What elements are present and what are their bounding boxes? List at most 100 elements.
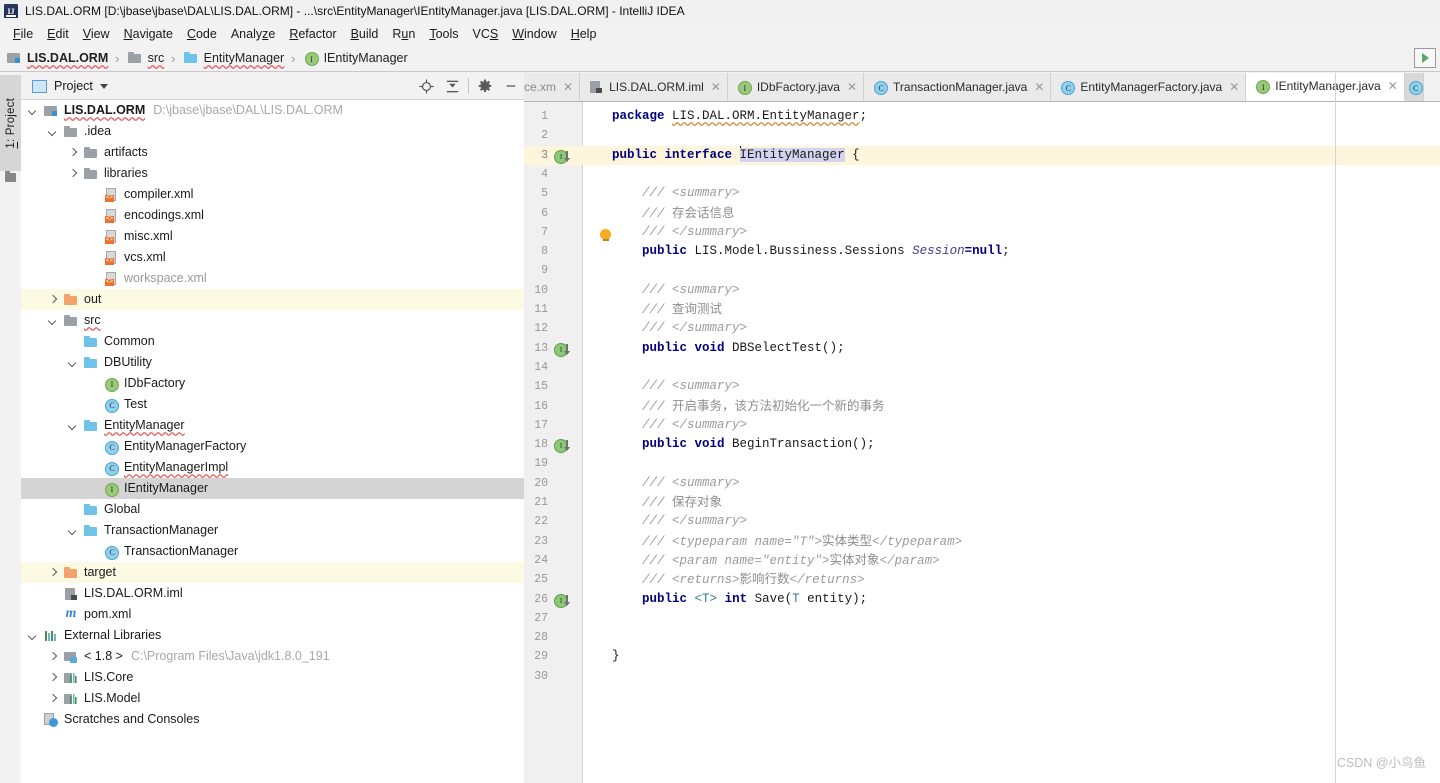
chevron-right-icon[interactable] xyxy=(47,567,58,578)
chevron-right-icon[interactable] xyxy=(67,147,78,158)
menu-item-window[interactable]: Window xyxy=(505,25,563,43)
editor-tab-entitymanagerfactory-java[interactable]: C EntityManagerFactory.java ✕ xyxy=(1051,73,1247,101)
menu-item-edit[interactable]: Edit xyxy=(40,25,76,43)
editor-tab-lis-dal-orm-iml[interactable]: LIS.DAL.ORM.iml ✕ xyxy=(580,73,728,101)
chevron-right-icon[interactable] xyxy=(47,693,58,704)
close-icon[interactable]: ✕ xyxy=(563,81,573,93)
tree-row[interactable]: vcs.xml xyxy=(21,247,524,268)
menu-item-help[interactable]: Help xyxy=(564,25,604,43)
tree-row[interactable]: C Test xyxy=(21,394,524,415)
tree-row[interactable]: compiler.xml xyxy=(21,184,524,205)
tree-row[interactable]: I IDbFactory xyxy=(21,373,524,394)
chevron-down-icon[interactable] xyxy=(99,83,108,89)
menu-item-view[interactable]: View xyxy=(76,25,117,43)
menu-item-build[interactable]: Build xyxy=(344,25,386,43)
breadcrumb-item-ientitymanager[interactable]: I IEntityManager xyxy=(303,50,408,66)
chevron-down-icon[interactable] xyxy=(27,630,38,641)
editor-tab-label: TransactionManager.java xyxy=(893,80,1028,94)
tree-row[interactable]: External Libraries xyxy=(21,625,524,646)
editor-tab-ientitymanager-java[interactable]: I IEntityManager.java ✕ xyxy=(1246,73,1405,101)
tree-row[interactable]: Common xyxy=(21,331,524,352)
project-view-icon xyxy=(32,79,47,93)
tree-row[interactable]: misc.xml xyxy=(21,226,524,247)
editor-tab-overflow[interactable]: C xyxy=(1404,73,1424,101)
chevron-right-icon[interactable] xyxy=(67,168,78,179)
tree-row[interactable]: Scratches and Consoles xyxy=(21,709,524,730)
tree-row[interactable]: .idea xyxy=(21,121,524,142)
line-number: 23 xyxy=(534,534,548,548)
tree-row[interactable]: workspace.xml xyxy=(21,268,524,289)
menu-item-code[interactable]: Code xyxy=(180,25,224,43)
close-icon[interactable]: ✕ xyxy=(711,81,721,93)
tree-row[interactable]: LIS.Model xyxy=(21,688,524,709)
chevron-down-icon[interactable] xyxy=(67,357,78,368)
close-icon[interactable]: ✕ xyxy=(1034,81,1044,93)
tree-row[interactable]: pom.xml xyxy=(21,604,524,625)
editor-tab-idbfactory-java[interactable]: I IDbFactory.java ✕ xyxy=(727,73,865,101)
tree-row[interactable]: artifacts xyxy=(21,142,524,163)
implemented-interface-icon[interactable]: I xyxy=(554,149,572,165)
tree-row[interactable]: target xyxy=(21,562,524,583)
tool-window-tab-project[interactable]: 1: Project xyxy=(0,75,21,171)
tree-row[interactable]: C EntityManagerFactory xyxy=(21,436,524,457)
tree-row[interactable]: EntityManager xyxy=(21,415,524,436)
menu-item-analyze[interactable]: Analyze xyxy=(224,25,282,43)
editor-tab-ce-xm[interactable]: ce.xm ✕ xyxy=(524,73,581,101)
tree-row[interactable]: LIS.DAL.ORM D:\jbase\jbase\DAL\LIS.DAL.OR… xyxy=(21,100,524,121)
implemented-method-icon[interactable]: I xyxy=(554,593,572,609)
close-icon[interactable]: ✕ xyxy=(847,81,857,93)
chevron-right-icon[interactable] xyxy=(47,651,58,662)
tree-row[interactable]: DBUtility xyxy=(21,352,524,373)
gear-icon[interactable] xyxy=(472,73,498,99)
chevron-right-icon[interactable] xyxy=(47,672,58,683)
menu-item-tools[interactable]: Tools xyxy=(422,25,465,43)
editor-code[interactable]: package LIS.DAL.ORM.EntityManager; public… xyxy=(524,102,1440,783)
line-number: 20 xyxy=(534,476,548,490)
breadcrumb-item-lis-dal-orm[interactable]: LIS.DAL.ORM xyxy=(6,50,108,66)
tree-row[interactable]: Global xyxy=(21,499,524,520)
chevron-down-icon[interactable] xyxy=(67,420,78,431)
tree-row[interactable]: src xyxy=(21,310,524,331)
editor-gutter[interactable]: 1 2 3 4 5 6 7 8 9 10 11 12 13 14 15 16 17 18 19 20 21 22 23 24 2… xyxy=(524,102,583,783)
menu-item-refactor[interactable]: Refactor xyxy=(282,25,343,43)
implemented-method-icon[interactable]: I xyxy=(554,342,572,358)
breadcrumb-item-entitymanager[interactable]: EntityManager xyxy=(183,50,284,66)
line-number: 17 xyxy=(534,418,548,432)
chevron-down-icon[interactable] xyxy=(47,126,58,137)
close-icon[interactable]: ✕ xyxy=(1388,80,1398,92)
tree-row[interactable]: C EntityManagerImpl xyxy=(21,457,524,478)
gear-svg xyxy=(478,79,492,93)
locate-target-icon[interactable] xyxy=(413,73,439,99)
tree-row[interactable]: < 1.8 > C:\Program Files\Java\jdk1.8.0_19… xyxy=(21,646,524,667)
editor-tab-transactionmanager-java[interactable]: C TransactionManager.java ✕ xyxy=(864,73,1052,101)
menu-item-run[interactable]: Run xyxy=(385,25,422,43)
tree-row[interactable]: I IEntityManager xyxy=(21,478,524,499)
tree-row[interactable]: C TransactionManager xyxy=(21,541,524,562)
tree-row[interactable]: LIS.Core xyxy=(21,667,524,688)
run-configuration-icon[interactable] xyxy=(1414,48,1436,68)
menu-item-navigate[interactable]: Navigate xyxy=(117,25,180,43)
chevron-down-icon[interactable] xyxy=(67,525,78,536)
chevron-right-icon[interactable] xyxy=(47,294,58,305)
breadcrumb-item-src[interactable]: src xyxy=(127,50,164,66)
breadcrumb-separator: › xyxy=(171,50,176,66)
tree-row[interactable]: TransactionManager xyxy=(21,520,524,541)
minimize-icon[interactable] xyxy=(498,73,524,99)
source-folder-icon xyxy=(83,418,99,434)
chevron-down-icon[interactable] xyxy=(47,315,58,326)
iml-file-icon xyxy=(588,79,604,95)
menu-item-vcs[interactable]: VCS xyxy=(466,25,506,43)
tree-row[interactable]: out xyxy=(21,289,524,310)
chevron-down-icon[interactable] xyxy=(27,105,38,116)
project-tree[interactable]: LIS.DAL.ORM D:\jbase\jbase\DAL\LIS.DAL.OR… xyxy=(21,100,524,783)
folder-icon[interactable] xyxy=(5,171,16,182)
implemented-method-icon[interactable]: I xyxy=(554,438,572,454)
collapse-all-icon[interactable] xyxy=(439,73,465,99)
tree-row[interactable]: libraries xyxy=(21,163,524,184)
tree-row-label: Global xyxy=(104,502,141,516)
editor-viewport[interactable]: 1 2 3 4 5 6 7 8 9 10 11 12 13 14 15 16 17 18 19 20 21 22 23 24 2… xyxy=(524,102,1440,783)
tree-row[interactable]: LIS.DAL.ORM.iml xyxy=(21,583,524,604)
close-icon[interactable]: ✕ xyxy=(1229,81,1239,93)
tree-row[interactable]: encodings.xml xyxy=(21,205,524,226)
menu-item-file[interactable]: File xyxy=(6,25,40,43)
